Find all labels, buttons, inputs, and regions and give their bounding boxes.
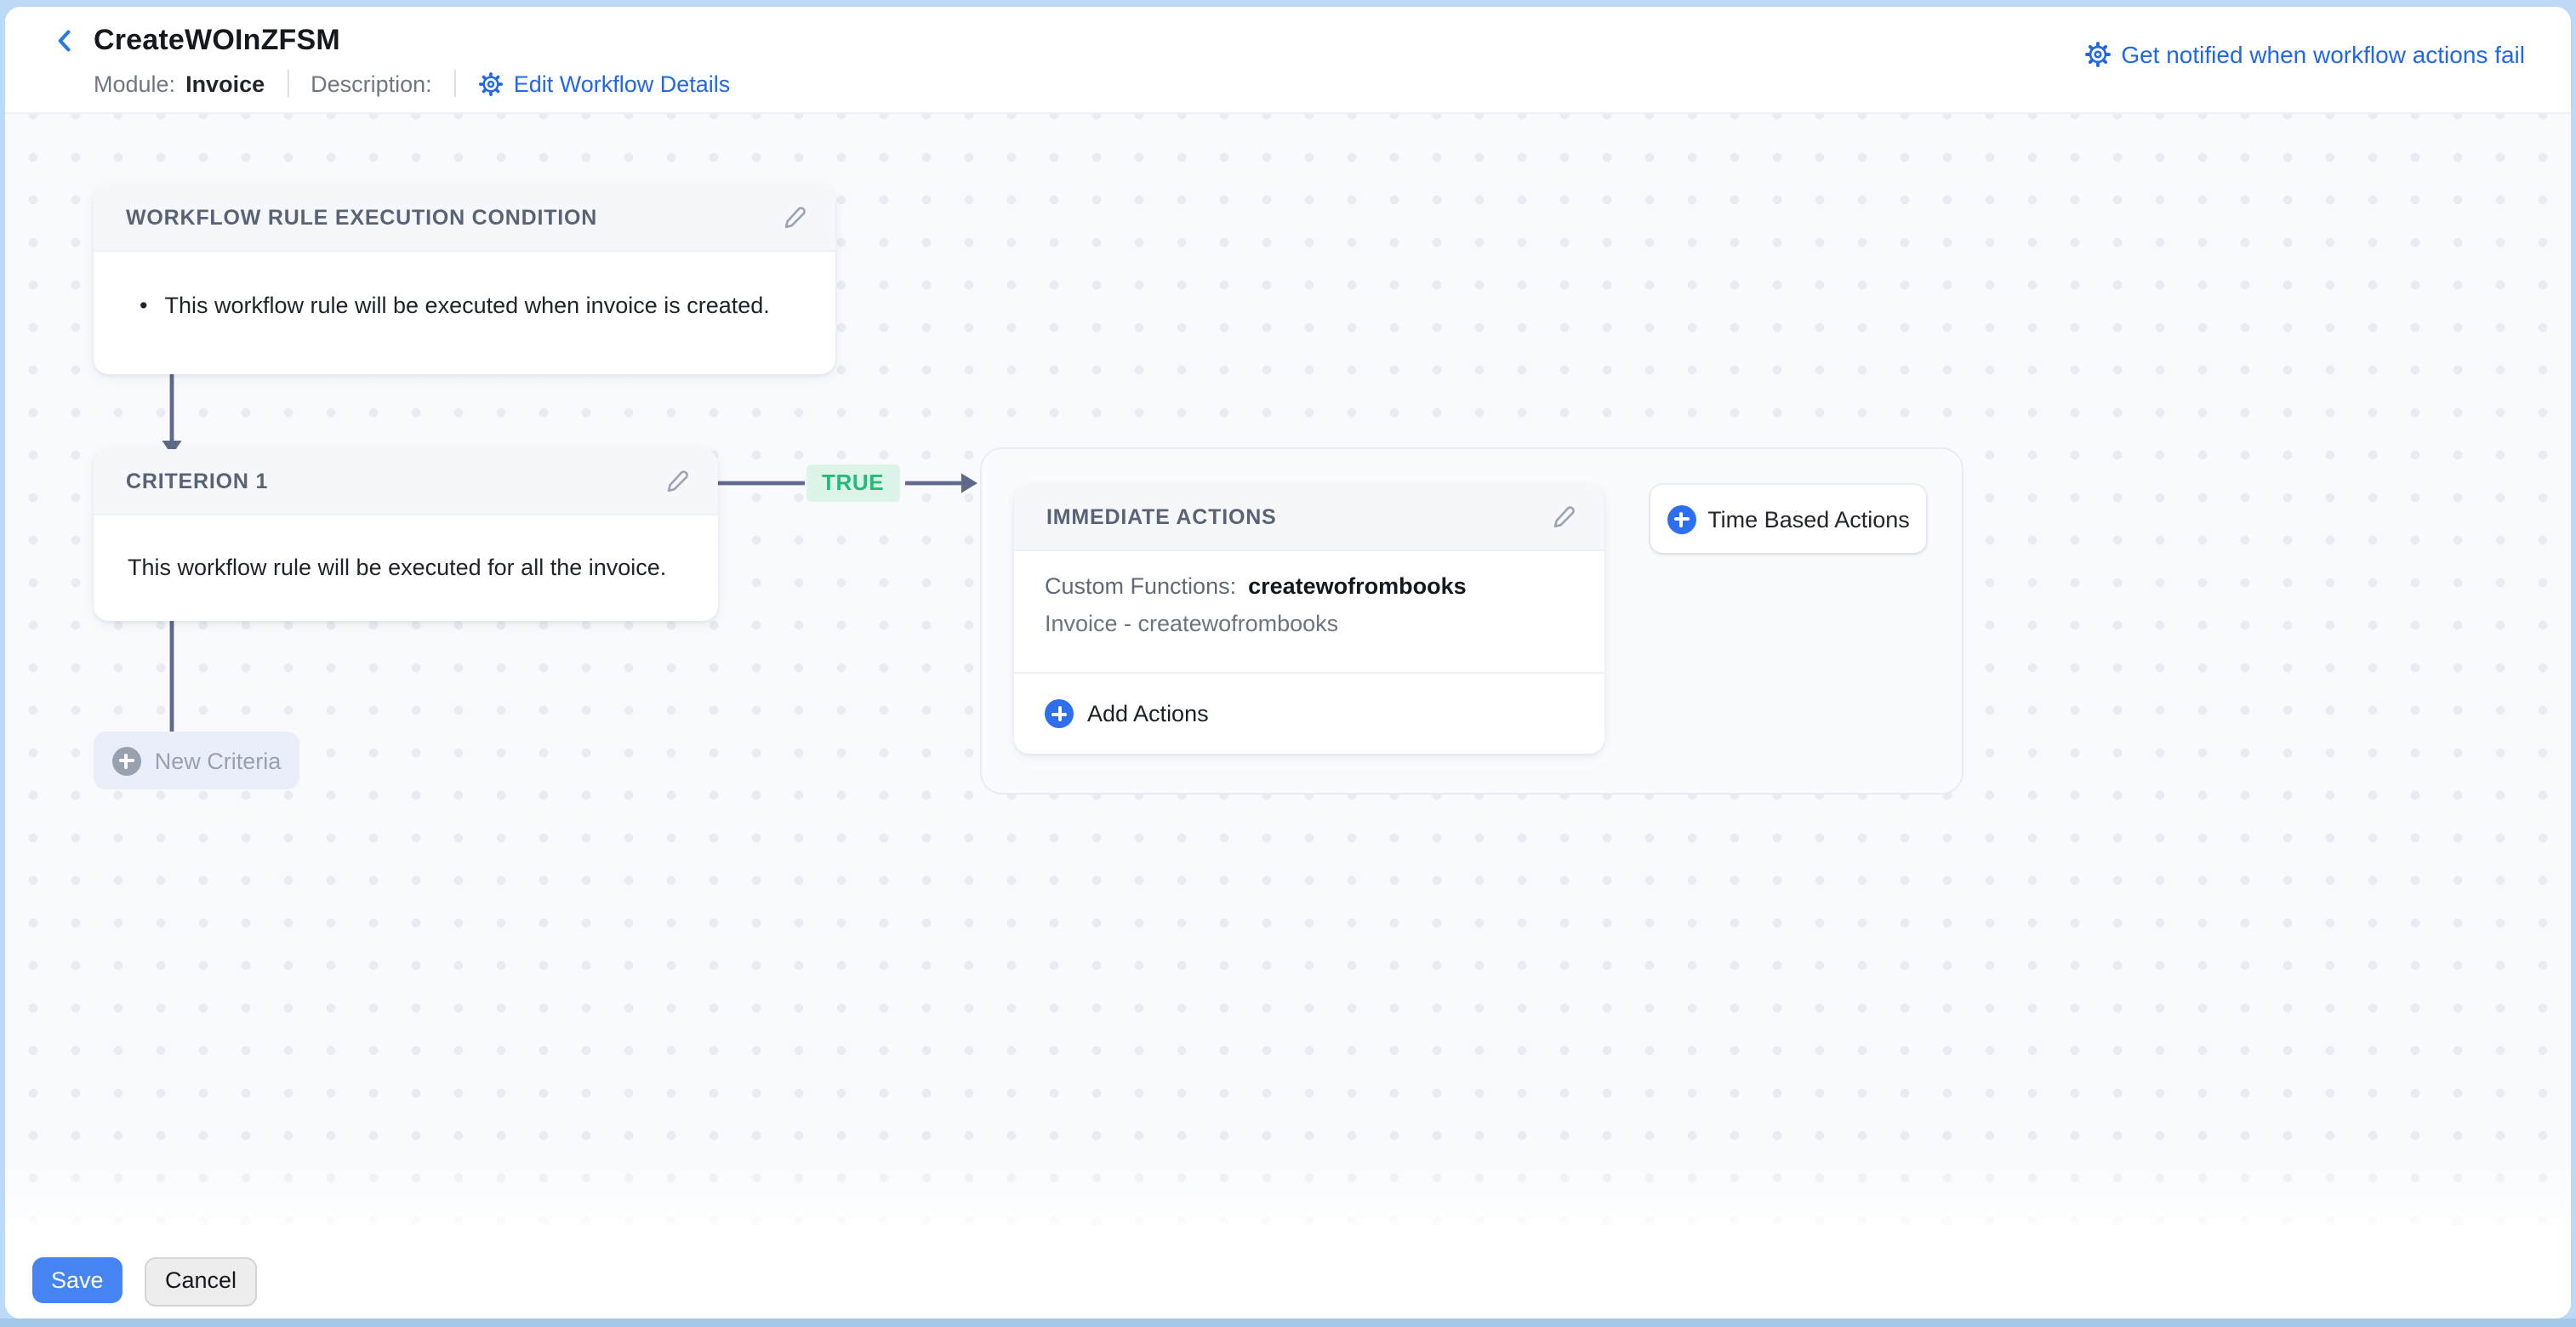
workflow-canvas: WORKFLOW RULE EXECUTION CONDITION • This…	[5, 112, 2571, 1318]
add-actions-label: Add Actions	[1087, 701, 1209, 726]
edit-immediate-actions-button[interactable]	[1550, 504, 1577, 531]
divider	[453, 70, 456, 97]
module-value: Invoice	[185, 71, 265, 96]
edit-workflow-details-link[interactable]: Edit Workflow Details	[478, 71, 731, 96]
back-button[interactable]	[51, 27, 78, 54]
edit-criterion-button[interactable]	[664, 468, 691, 495]
bullet-glyph: •	[140, 293, 148, 318]
criterion-card: CRITERION 1 This workflow rule will be e…	[94, 449, 718, 621]
execution-condition-title: WORKFLOW RULE EXECUTION CONDITION	[126, 206, 598, 230]
workflow-editor: CreateWOInZFSM Module: Invoice Descripti…	[5, 7, 2571, 1318]
save-button[interactable]: Save	[32, 1257, 123, 1303]
footer: Save Cancel	[5, 1242, 2571, 1318]
pencil-icon	[1550, 504, 1577, 531]
plus-circle-icon	[1045, 699, 1074, 728]
divider	[287, 70, 289, 97]
add-actions-button[interactable]: Add Actions	[1014, 672, 1604, 754]
time-based-actions-label: Time Based Actions	[1707, 506, 1910, 532]
description-label: Description:	[311, 71, 432, 96]
immediate-actions-card: IMMEDIATE ACTIONS Custom Functions: creat…	[1014, 485, 1604, 754]
criterion-title: CRITERION 1	[126, 470, 269, 493]
module-label: Module:	[94, 71, 176, 96]
execution-condition-card: WORKFLOW RULE EXECUTION CONDITION • This…	[94, 185, 835, 374]
header: CreateWOInZFSM Module: Invoice Descripti…	[5, 7, 2571, 114]
criterion-text: This workflow rule will be executed for …	[128, 555, 667, 580]
immediate-actions-title: IMMEDIATE ACTIONS	[1046, 505, 1277, 529]
footer-fade	[5, 1143, 2571, 1242]
pencil-icon	[781, 204, 808, 231]
page-title: CreateWOInZFSM	[94, 24, 340, 56]
notify-on-failure-link[interactable]: Get notified when workflow actions fail	[2083, 41, 2525, 68]
new-criteria-button[interactable]: New Criteria	[94, 732, 299, 789]
cancel-button[interactable]: Cancel	[145, 1257, 258, 1307]
window-bottom-edge	[0, 1318, 2576, 1327]
custom-function-name: createwofrombooks	[1248, 573, 1467, 599]
edit-workflow-details-label: Edit Workflow Details	[513, 71, 731, 96]
true-branch-badge: TRUE	[806, 464, 900, 502]
notify-on-failure-label: Get notified when workflow actions fail	[2121, 41, 2525, 68]
new-criteria-label: New Criteria	[154, 748, 282, 773]
gear-icon	[2083, 41, 2111, 68]
time-based-actions-button[interactable]: Time Based Actions	[1650, 485, 1926, 553]
app-window: CreateWOInZFSM Module: Invoice Descripti…	[0, 0, 2576, 1327]
edit-execution-condition-button[interactable]	[781, 204, 808, 231]
pencil-icon	[664, 468, 691, 495]
chevron-left-icon	[51, 27, 78, 54]
custom-function-subtext: Invoice - createwofrombooks	[1045, 611, 1339, 636]
execution-condition-text: This workflow rule will be executed when…	[164, 293, 770, 318]
plus-circle-icon	[111, 746, 141, 775]
custom-functions-label: Custom Functions:	[1045, 573, 1237, 599]
gear-icon	[478, 71, 504, 96]
plus-circle-icon	[1667, 504, 1696, 533]
